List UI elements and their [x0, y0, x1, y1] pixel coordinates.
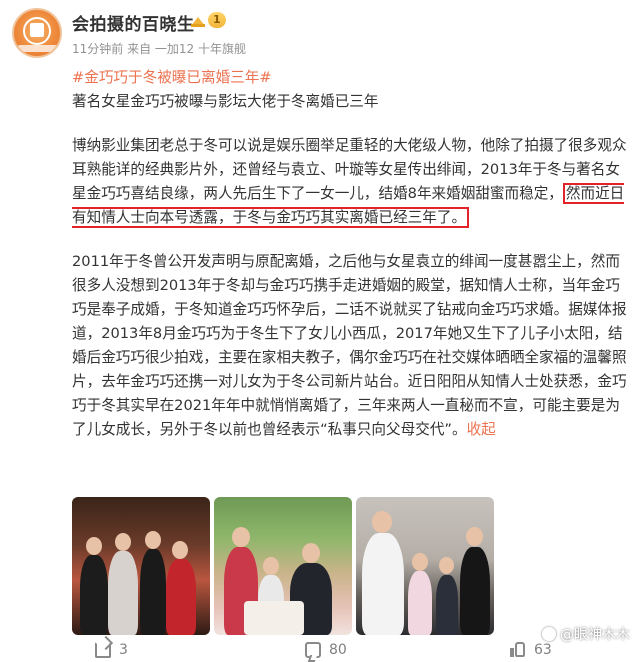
comment-count: 80 — [329, 642, 347, 658]
collapse-link[interactable]: 收起 — [467, 421, 496, 438]
paragraph-1-text: 博纳影业集团老总于冬可以说是娱乐圈举足重轻的大佬级人物，他除了拍摄了很多观众耳熟… — [72, 137, 627, 202]
repost-button[interactable]: 3 — [95, 642, 128, 658]
post-meta: 11分钟前 来自 一加12 十年旗舰 — [72, 42, 246, 56]
crown-icon — [190, 12, 206, 28]
post-headline: 著名女星金巧巧被曝与影坛大佬于冬离婚已三年 — [72, 93, 379, 110]
vip-badge[interactable]: 1 — [190, 12, 226, 28]
vip-level: 1 — [208, 12, 226, 28]
like-count: 63 — [534, 642, 552, 658]
repost-icon — [95, 642, 111, 658]
paragraph-2-text: 2011年于冬曾公开发声明与原配离婚，之后他与女星袁立的绯闻一度甚嚣尘上，然而很… — [72, 253, 627, 438]
photo-birthday-family[interactable] — [214, 497, 352, 635]
author-name[interactable]: 会拍摄的百晓生 — [72, 10, 195, 35]
watermark-logo-icon — [542, 627, 556, 641]
like-button[interactable]: 63 — [510, 642, 552, 658]
comment-icon — [305, 642, 321, 658]
image-grid — [72, 497, 494, 635]
topic-hashtag-link[interactable]: #金巧巧于冬被曝已离婚三年# — [72, 66, 634, 90]
avatar-camera-icon — [30, 23, 44, 37]
repost-count: 3 — [119, 642, 128, 658]
post-content: #金巧巧于冬被曝已离婚三年# 著名女星金巧巧被曝与影坛大佬于冬离婚已三年 博纳影… — [72, 66, 634, 442]
photo-family-group[interactable] — [72, 497, 210, 635]
paragraph-1: 博纳影业集团老总于冬可以说是娱乐圈举足重轻的大佬级人物，他除了拍摄了很多观众耳熟… — [72, 134, 634, 230]
weibo-post: 会拍摄的百晓生 1 11分钟前 来自 一加12 十年旗舰 #金巧巧于冬被曝已离婚… — [0, 0, 640, 662]
thumbs-up-icon — [510, 642, 526, 658]
paragraph-2: 2011年于冬曾公开发声明与原配离婚，之后他与女星袁立的绯闻一度甚嚣尘上，然而很… — [72, 250, 634, 442]
comment-button[interactable]: 80 — [305, 642, 347, 658]
action-bar: 3 80 63 — [0, 640, 640, 662]
avatar[interactable] — [12, 8, 62, 58]
avatar-caption-strip — [18, 45, 60, 52]
photo-event-stage[interactable] — [356, 497, 494, 635]
